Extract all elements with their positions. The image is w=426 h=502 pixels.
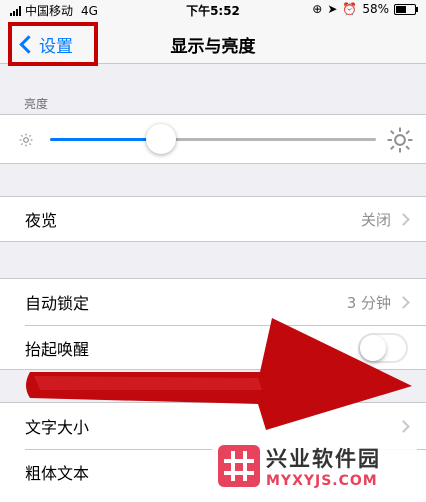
toggle-knob (360, 335, 386, 361)
lock-group: 自动锁定 3 分钟 抬起唤醒 (0, 278, 426, 370)
auto-lock-row[interactable]: 自动锁定 3 分钟 (0, 279, 426, 325)
page-title: 显示与亮度 (170, 37, 256, 57)
slider-fill (50, 138, 161, 141)
night-shift-row[interactable]: 夜览 关闭 (0, 196, 426, 242)
location-icon: ➤ (327, 2, 338, 16)
watermark-text: 兴业软件园 MYXYJS.COM (266, 443, 381, 489)
sun-large-icon (387, 127, 413, 153)
watermark-logo (218, 445, 260, 487)
battery-percent: 58% (362, 2, 389, 16)
chevron-right-icon (397, 212, 410, 226)
watermark-url: MYXYJS.COM (266, 473, 378, 489)
navigation-bar: 设置 显示与亮度 (0, 20, 426, 66)
raise-to-wake-toggle[interactable] (358, 333, 408, 363)
watermark-name: 兴业软件园 (266, 447, 381, 471)
chevron-right-icon (397, 419, 410, 433)
sun-small-icon (19, 133, 33, 147)
brightness-section-header: 亮度 (24, 97, 49, 111)
slider-thumb[interactable] (145, 124, 176, 154)
lock-rotation-icon: ⊕ (312, 2, 323, 16)
raise-to-wake-row: 抬起唤醒 (0, 325, 426, 371)
raise-to-wake-label: 抬起唤醒 (25, 340, 90, 359)
brightness-slider[interactable] (50, 124, 376, 154)
auto-lock-value: 3 分钟 (346, 293, 391, 312)
status-right: ⊕ ➤ ⏰ 58% (312, 2, 418, 16)
night-shift-label: 夜览 (25, 211, 58, 230)
night-shift-value: 关闭 (360, 210, 391, 229)
text-size-label: 文字大小 (25, 418, 90, 437)
watermark: 兴业软件园 MYXYJS.COM (212, 437, 417, 495)
chevron-right-icon (397, 295, 410, 309)
brightness-cell (0, 114, 426, 164)
battery-icon (394, 3, 418, 15)
status-bar: 中国移动 4G 下午5:52 ⊕ ➤ ⏰ 58% (0, 0, 426, 20)
auto-lock-label: 自动锁定 (25, 294, 90, 313)
alarm-icon: ⏰ (342, 2, 358, 16)
